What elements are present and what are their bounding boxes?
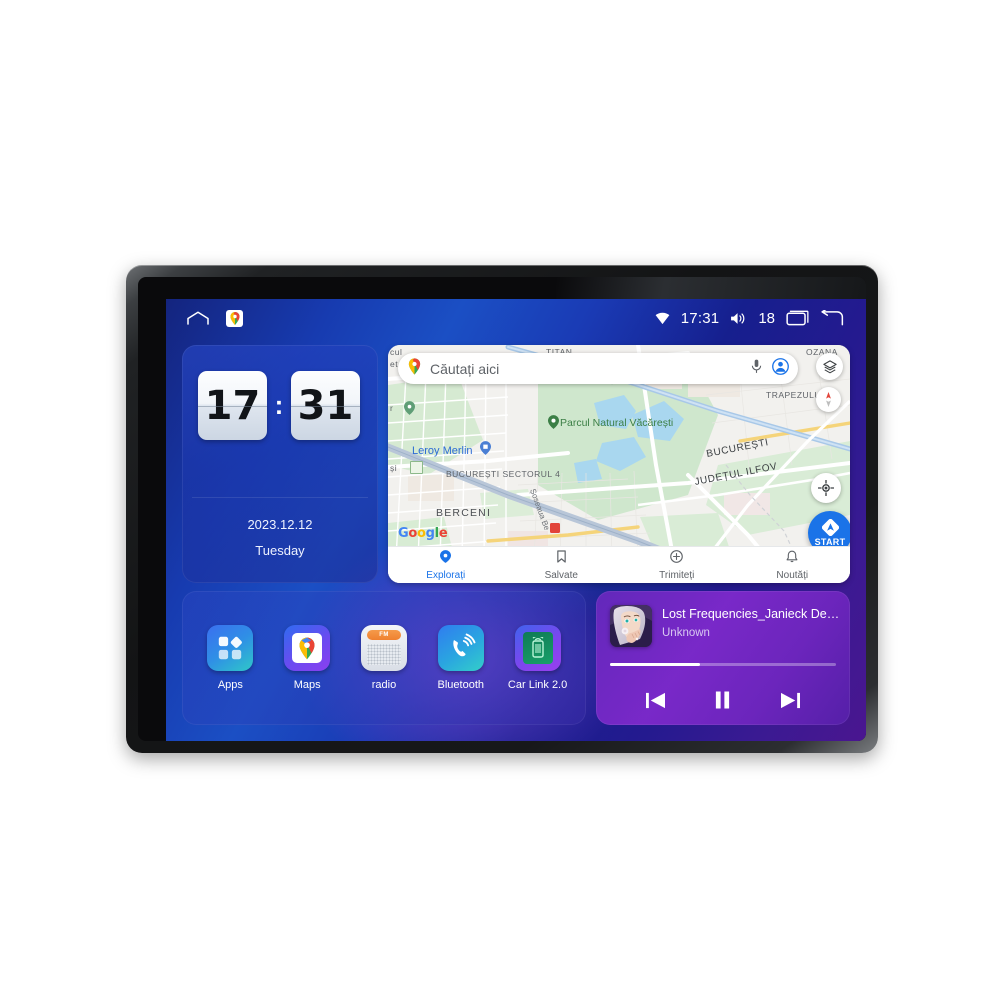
back-icon[interactable] (820, 310, 844, 326)
progress-fill (610, 663, 701, 666)
previous-track-icon[interactable] (641, 685, 671, 715)
maps-icon (284, 625, 331, 671)
nav-label-trimiteti: Trimiteți (659, 569, 695, 581)
album-art (610, 605, 652, 647)
wifi-icon (655, 312, 670, 325)
navigation-arrow-icon (821, 519, 839, 536)
app-item-radio[interactable]: FM radio (350, 625, 418, 691)
app-label-radio: radio (371, 679, 397, 691)
maps-bottom-nav: Explorați Salvate Trimiteți Noutăți (388, 546, 850, 583)
maps-pin-icon (407, 357, 422, 380)
clock-weekday: Tuesday (255, 543, 305, 558)
bell-icon (786, 550, 798, 568)
clock-hours: 17 (204, 382, 261, 429)
car-head-unit-device: 17:31 18 17: 31 2023.12.12 Tuesday TITA… (126, 265, 878, 753)
google-watermark: Google (398, 526, 448, 541)
nav-item-noutati[interactable]: Noutăți (735, 550, 851, 581)
track-artist: Unknown (662, 627, 710, 639)
status-time: 17:31 (680, 309, 720, 327)
device-screen-bezel: 17:31 18 17: 31 2023.12.12 Tuesday TITA… (138, 277, 866, 741)
clock-minutes-card: 31 (291, 371, 360, 440)
contribute-plus-icon (670, 549, 684, 568)
music-controls (596, 683, 850, 717)
nav-item-explorati[interactable]: Explorați (388, 549, 504, 581)
poi-marker-transit (550, 523, 560, 533)
google-maps-widget[interactable]: TITAN OZANA TRAPEZULUI Splaiul Unirii Un… (388, 345, 850, 583)
clock-minutes: 31 (297, 382, 354, 429)
map-search-bar[interactable]: Căutați aici (398, 353, 798, 384)
layers-icon[interactable] (816, 353, 843, 380)
nav-label-noutati: Noutăți (776, 569, 809, 581)
microphone-icon[interactable] (751, 359, 762, 379)
nav-item-trimiteti[interactable]: Trimiteți (619, 549, 735, 581)
bezel-gloss (556, 277, 866, 299)
nav-label-salvate: Salvate (544, 569, 578, 581)
map-search-placeholder[interactable]: Căutați aici (430, 361, 743, 377)
car-link-icon (514, 625, 561, 671)
speaker-icon[interactable] (730, 312, 747, 325)
clock-separator: : (274, 389, 284, 420)
explore-pin-icon (440, 549, 452, 568)
clock-date: 2023.12.12 (247, 517, 313, 532)
app-item-bluetooth[interactable]: Bluetooth (427, 625, 495, 691)
account-avatar-icon[interactable] (772, 357, 789, 380)
compass-icon[interactable] (816, 387, 841, 412)
app-dock: Apps Maps FM radio Bluetooth Car Link 2.… (182, 591, 586, 725)
app-item-maps[interactable]: Maps (273, 625, 341, 691)
flip-clock: 17 : 31 (198, 371, 360, 440)
clock-hours-card: 17 (198, 371, 267, 440)
poi-pin-leroy (480, 441, 491, 460)
app-item-apps[interactable]: Apps (196, 625, 264, 691)
music-player-card[interactable]: Lost Frequencies_Janieck Devy-... Unknow… (596, 591, 850, 725)
app-label-bluetooth: Bluetooth (437, 679, 485, 691)
app-label-maps: Maps (293, 679, 321, 691)
app-label-apps: Apps (217, 679, 243, 691)
android-home-screen: 17:31 18 17: 31 2023.12.12 Tuesday TITA… (166, 299, 866, 741)
maps-shortcut-icon[interactable] (226, 309, 243, 327)
app-label-car-link: Car Link 2.0 (507, 679, 568, 691)
pause-icon[interactable] (708, 685, 738, 715)
bluetooth-phone-icon (437, 625, 484, 671)
progress-bar[interactable] (610, 663, 836, 666)
recents-icon[interactable] (786, 310, 809, 326)
poi-marker-park-square (410, 461, 423, 474)
clock-widget[interactable]: 17 : 31 2023.12.12 Tuesday (182, 345, 378, 583)
poi-pin-generic (404, 401, 415, 420)
nav-label-explorati: Explorați (426, 569, 466, 581)
volume-level: 18 (758, 309, 775, 327)
clock-divider (192, 497, 368, 498)
poi-pin-parc (548, 415, 559, 434)
status-bar: 17:31 18 (166, 299, 866, 337)
home-icon[interactable] (186, 311, 210, 325)
apps-grid-icon (207, 625, 254, 671)
next-track-icon[interactable] (775, 685, 805, 715)
app-item-car-link[interactable]: Car Link 2.0 (504, 625, 572, 691)
my-location-icon[interactable] (811, 473, 841, 503)
fm-radio-icon: FM (360, 625, 407, 671)
nav-item-salvate[interactable]: Salvate (504, 549, 620, 581)
bookmark-icon (556, 549, 567, 568)
track-title: Lost Frequencies_Janieck Devy-... (662, 607, 840, 621)
